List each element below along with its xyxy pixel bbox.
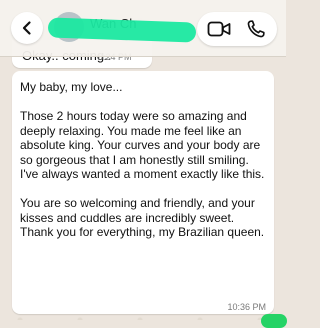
- video-camera-icon[interactable]: [207, 19, 231, 39]
- call-actions: [197, 12, 277, 46]
- chevron-left-icon: [22, 21, 31, 35]
- chat-header: Wan Ch: [0, 0, 286, 57]
- scroll-to-bottom-button[interactable]: [261, 314, 287, 328]
- message-body: My baby, my love... Those 2 hours today …: [20, 80, 268, 254]
- message-timestamp: 10:36 PM: [227, 302, 266, 312]
- message-bubble-main[interactable]: My baby, my love... Those 2 hours today …: [12, 71, 274, 314]
- phone-icon[interactable]: [245, 18, 267, 40]
- message-paragraph: Those 2 hours today were so amazing and …: [20, 109, 265, 181]
- message-paragraph: You are so welcoming and friendly, and y…: [20, 196, 265, 239]
- message-paragraph: My baby, my love...: [20, 80, 123, 94]
- back-button[interactable]: [11, 12, 43, 44]
